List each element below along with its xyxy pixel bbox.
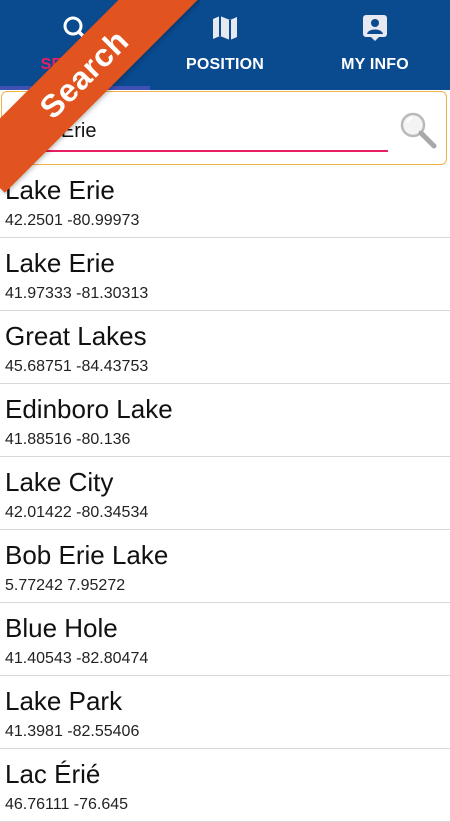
tab-search-label: SEARCH bbox=[40, 56, 110, 73]
place-name: Blue Hole bbox=[5, 613, 118, 643]
place-name: Great Lakes bbox=[5, 321, 147, 351]
place-name: Lake City bbox=[5, 467, 114, 497]
tab-my-info[interactable]: MY INFO bbox=[300, 0, 450, 90]
search-input[interactable] bbox=[12, 114, 384, 148]
list-item[interactable]: Lake Park 41.3981 -82.55406 bbox=[0, 676, 450, 749]
list-item[interactable]: Edinboro Lake 41.88516 -80.136 bbox=[0, 384, 450, 457]
place-coordinates: 42.01422 -80.34534 bbox=[5, 504, 149, 521]
results-list: Lake Erie 42.2501 -80.99973 Lake Erie 41.97… bbox=[0, 165, 450, 822]
search-input-underline bbox=[12, 150, 388, 152]
search-box bbox=[1, 91, 447, 165]
place-coordinates: 41.88516 -80.136 bbox=[5, 431, 131, 448]
list-item[interactable]: Lac Érié 46.76111 -76.645 bbox=[0, 749, 450, 822]
place-coordinates: 5.77242 7.95272 bbox=[5, 577, 126, 594]
place-coordinates: 45.68751 -84.43753 bbox=[5, 358, 149, 375]
place-name: Edinboro Lake bbox=[5, 394, 173, 424]
place-name: Bob Erie Lake bbox=[5, 540, 169, 570]
place-name: Lake Erie bbox=[5, 175, 115, 205]
map-icon bbox=[213, 16, 237, 40]
tab-position-label: POSITION bbox=[185, 56, 265, 73]
list-item[interactable]: Bob Erie Lake 5.77242 7.95272 bbox=[0, 530, 450, 603]
tab-my-info-label: MY INFO bbox=[341, 56, 409, 73]
place-name: Lac Érié bbox=[5, 759, 101, 789]
place-name: Lake Park bbox=[5, 686, 123, 716]
tab-search[interactable]: SEARCH bbox=[0, 0, 150, 90]
tab-bar: SEARCH POSITION MY INFO bbox=[0, 0, 450, 90]
place-coordinates: 41.40543 -82.80474 bbox=[5, 650, 149, 667]
list-item[interactable]: Lake Erie 42.2501 -80.99973 bbox=[0, 165, 450, 238]
active-tab-indicator bbox=[0, 86, 150, 90]
place-coordinates: 46.76111 -76.645 bbox=[5, 796, 129, 813]
place-name: Lake Erie bbox=[5, 248, 115, 278]
place-coordinates: 41.97333 -81.30313 bbox=[5, 285, 149, 302]
list-item[interactable]: Lake City 42.01422 -80.34534 bbox=[0, 457, 450, 530]
list-item[interactable]: Blue Hole 41.40543 -82.80474 bbox=[0, 603, 450, 676]
search-icon bbox=[63, 16, 88, 41]
list-item[interactable]: Great Lakes 45.68751 -84.43753 bbox=[0, 311, 450, 384]
list-item[interactable]: Lake Erie 41.97333 -81.30313 bbox=[0, 238, 450, 311]
magnifier-icon[interactable] bbox=[398, 110, 438, 150]
tab-position[interactable]: POSITION bbox=[150, 0, 300, 90]
place-coordinates: 42.2501 -80.99973 bbox=[5, 212, 140, 229]
place-coordinates: 41.3981 -82.55406 bbox=[5, 723, 140, 740]
contact-card-icon bbox=[363, 15, 387, 41]
